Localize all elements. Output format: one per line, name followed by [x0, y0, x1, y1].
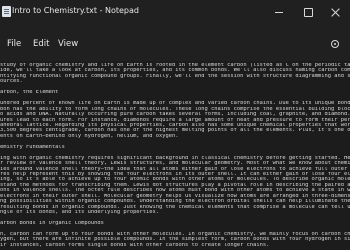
minimize-button[interactable] — [265, 0, 293, 25]
close-button[interactable] — [322, 0, 350, 25]
window-title: Intro to Chemistry.txt - Notepad — [12, 6, 139, 15]
text-line: ir instances, carbon forms single bonds … — [0, 242, 270, 248]
gear-icon[interactable] — [331, 40, 339, 48]
notepad-icon — [2, 6, 11, 17]
menu-bar: File Edit View — [0, 25, 350, 61]
maximize-button[interactable] — [294, 0, 322, 25]
title-bar[interactable]: Intro to Chemistry.txt - Notepad — [0, 0, 350, 25]
menu-file[interactable]: File — [7, 39, 21, 49]
menu-edit[interactable]: Edit — [33, 39, 49, 49]
notepad-window: Intro to Chemistry.txt - Notepad File Ed… — [0, 0, 350, 250]
text-editor[interactable]: study of organic chemistry and life on E… — [0, 61, 350, 250]
menu-view[interactable]: View — [58, 39, 78, 49]
